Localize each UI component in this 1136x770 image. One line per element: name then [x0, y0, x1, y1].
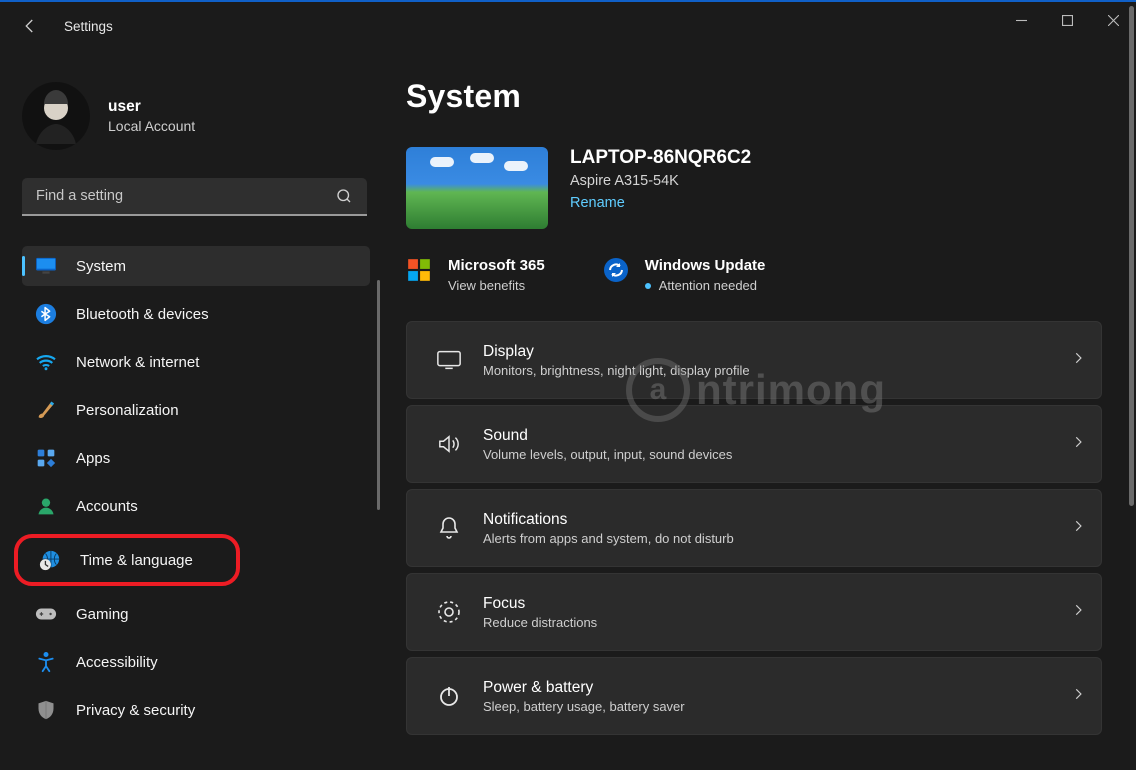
search-box[interactable]	[22, 178, 367, 216]
card-sound[interactable]: Sound Volume levels, output, input, sound…	[406, 405, 1102, 483]
highlight-annotation: Time & language	[14, 534, 240, 586]
back-icon[interactable]	[18, 14, 42, 38]
nav-apps[interactable]: Apps	[22, 438, 370, 478]
rename-link[interactable]: Rename	[570, 195, 751, 211]
person-icon	[34, 494, 58, 518]
nav-accounts[interactable]: Accounts	[22, 486, 370, 526]
bell-icon	[429, 515, 469, 541]
nav-label: Apps	[76, 450, 110, 467]
nav-accessibility[interactable]: Accessibility	[22, 642, 370, 682]
m365-link[interactable]: Microsoft 365 View benefits	[406, 257, 545, 293]
nav-label: Accounts	[76, 498, 138, 515]
nav-label: Accessibility	[76, 654, 158, 671]
window-controls	[998, 4, 1136, 36]
title-bar: Settings	[0, 2, 1136, 50]
m365-sub: View benefits	[448, 278, 545, 293]
wifi-icon	[34, 350, 58, 374]
nav-network[interactable]: Network & internet	[22, 342, 370, 382]
card-focus[interactable]: Focus Reduce distractions	[406, 573, 1102, 651]
nav-personalization[interactable]: Personalization	[22, 390, 370, 430]
settings-window: Settings user Local Account	[0, 0, 1136, 770]
nav-list: System Bluetooth & devices Network & int…	[22, 246, 370, 730]
user-name: user	[108, 98, 195, 116]
power-icon	[429, 684, 469, 708]
account-block[interactable]: user Local Account	[22, 82, 370, 150]
chevron-right-icon	[1071, 351, 1085, 370]
card-desc: Reduce distractions	[483, 615, 1071, 630]
clock-globe-icon	[38, 548, 62, 572]
nav-label: System	[76, 258, 126, 275]
nav-label: Privacy & security	[76, 702, 195, 719]
nav-privacy[interactable]: Privacy & security	[22, 690, 370, 730]
card-display[interactable]: Display Monitors, brightness, night light…	[406, 321, 1102, 399]
minimize-button[interactable]	[998, 4, 1044, 36]
avatar	[22, 82, 90, 150]
card-desc: Volume levels, output, input, sound devi…	[483, 447, 1071, 462]
apps-icon	[34, 446, 58, 470]
chevron-right-icon	[1071, 603, 1085, 622]
nav-system[interactable]: System	[22, 246, 370, 286]
nav-bluetooth[interactable]: Bluetooth & devices	[22, 294, 370, 334]
card-title: Display	[483, 343, 1071, 361]
monitor-icon	[34, 254, 58, 278]
card-desc: Monitors, brightness, night light, displ…	[483, 363, 1071, 378]
display-icon	[429, 349, 469, 371]
device-block: LAPTOP-86NQR6C2 Aspire A315-54K Rename	[406, 147, 1102, 229]
page-title: System	[406, 78, 1102, 115]
update-title: Windows Update	[645, 257, 766, 274]
nav-time-language[interactable]: Time & language	[18, 540, 230, 580]
card-title: Sound	[483, 427, 1071, 445]
device-name: LAPTOP-86NQR6C2	[570, 147, 751, 169]
nav-gaming[interactable]: Gaming	[22, 594, 370, 634]
search-input[interactable]	[22, 178, 367, 216]
card-desc: Alerts from apps and system, do not dist…	[483, 531, 1071, 546]
nav-label: Network & internet	[76, 354, 199, 371]
m365-title: Microsoft 365	[448, 257, 545, 274]
sound-icon	[429, 433, 469, 455]
card-title: Power & battery	[483, 679, 1071, 697]
microsoft-logo-icon	[406, 257, 434, 285]
accessibility-icon	[34, 650, 58, 674]
card-power[interactable]: Power & battery Sleep, battery usage, bat…	[406, 657, 1102, 735]
quick-links: Microsoft 365 View benefits Windows Upda…	[406, 257, 1102, 293]
windows-update-link[interactable]: Windows Update Attention needed	[603, 257, 766, 293]
nav-label: Time & language	[80, 552, 193, 569]
vertical-scrollbar[interactable]	[1129, 6, 1134, 766]
wallpaper-thumbnail[interactable]	[406, 147, 548, 229]
card-title: Focus	[483, 595, 1071, 613]
chevron-right-icon	[1071, 687, 1085, 706]
user-type: Local Account	[108, 118, 195, 134]
gamepad-icon	[34, 602, 58, 626]
nav-label: Personalization	[76, 402, 179, 419]
nav-label: Gaming	[76, 606, 129, 623]
device-model: Aspire A315-54K	[570, 173, 751, 189]
sidebar: user Local Account System Bluetooth & de…	[0, 50, 376, 770]
search-icon	[335, 187, 353, 210]
card-desc: Sleep, battery usage, battery saver	[483, 699, 1071, 714]
paintbrush-icon	[34, 398, 58, 422]
bluetooth-icon	[34, 302, 58, 326]
maximize-button[interactable]	[1044, 4, 1090, 36]
update-sub: Attention needed	[659, 278, 757, 293]
settings-cards: Display Monitors, brightness, night light…	[406, 321, 1102, 735]
shield-icon	[34, 698, 58, 722]
focus-icon	[429, 599, 469, 625]
app-title: Settings	[64, 19, 113, 34]
chevron-right-icon	[1071, 435, 1085, 454]
update-sync-icon	[603, 257, 631, 285]
nav-label: Bluetooth & devices	[76, 306, 209, 323]
status-dot-icon	[645, 283, 651, 289]
card-title: Notifications	[483, 511, 1071, 529]
content-pane: System LAPTOP-86NQR6C2 Aspire A315-54K R…	[376, 50, 1136, 770]
chevron-right-icon	[1071, 519, 1085, 538]
card-notifications[interactable]: Notifications Alerts from apps and system…	[406, 489, 1102, 567]
